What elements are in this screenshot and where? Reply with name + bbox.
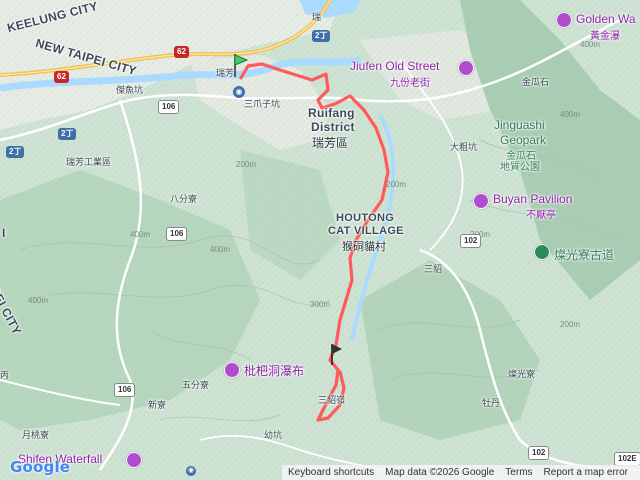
ruifang-district-zh: 瑞芳區	[312, 136, 349, 150]
houtong-label-en2: CAT VILLAGE	[328, 225, 404, 237]
route-102e-shield: 102E	[614, 452, 640, 466]
elevation-label: 400m	[28, 296, 49, 305]
report-error-link[interactable]: Report a map error	[544, 467, 628, 478]
route-2d-shield: 2丁	[58, 128, 77, 140]
elevation-label: 400m	[210, 245, 231, 254]
ruifang-label: 瑞芳	[216, 68, 235, 78]
ruifang-district-en1: Ruifang	[308, 106, 355, 120]
ruifang-district-en2: District	[311, 120, 355, 134]
golden-waterfall-poi-icon[interactable]	[556, 12, 572, 28]
start-flag-icon[interactable]	[232, 52, 250, 78]
elevation-label: 300m	[310, 300, 331, 309]
jiufen-old-street-label[interactable]: Jiufen Old Street	[350, 59, 439, 73]
route-106-shield: 106	[166, 227, 188, 241]
elevation-label: 400m	[130, 230, 151, 239]
elevation-label: 200m	[236, 160, 257, 169]
bafenliao-label: 八分寮	[170, 194, 198, 204]
terms-link[interactable]: Terms	[505, 467, 532, 478]
edge-i-label: I	[2, 226, 6, 240]
golden-waterfall-zh[interactable]: 黃金瀑	[590, 27, 620, 42]
route-2d-shield: 2丁	[312, 30, 331, 42]
route-layer	[239, 62, 390, 422]
canguangliao-trail-poi-icon[interactable]	[534, 244, 550, 260]
end-flag-icon[interactable]	[328, 342, 344, 366]
yuetaoliao-label: 月桃寮	[22, 430, 50, 440]
jinguashi-geopark-label-1[interactable]: Jinguashi	[494, 118, 545, 132]
route-102-shield: 102	[460, 234, 482, 248]
mudan-label: 牡丹	[482, 398, 501, 408]
map-data-attribution: Map data ©2026 Google	[385, 467, 495, 478]
route-62-shield: 62	[174, 46, 189, 58]
buyan-pavilion-label[interactable]: Buyan Pavilion	[493, 192, 572, 206]
ruifang-industrial-label: 瑞芳工業區	[66, 157, 112, 167]
xinliao-label: 新寮	[148, 400, 167, 410]
jinguashi-geopark-zh2[interactable]: 地質公園	[500, 158, 540, 173]
route-106-shield: 106	[158, 100, 180, 114]
canguangliao-label: 燦光寮	[508, 369, 536, 379]
houtong-label-zh: 猴硐貓村	[342, 241, 386, 253]
pipadong-waterfall-label[interactable]: 枇杷洞瀑布	[244, 362, 304, 379]
route-106-shield: 106	[114, 383, 136, 397]
houtong-label-en1: HOUTONG	[336, 212, 395, 224]
ruifang-station-label: 瑞	[312, 12, 322, 22]
buyan-pavilion-zh[interactable]: 不厭亭	[526, 206, 556, 221]
route-2d-shield: 2丁	[6, 146, 25, 158]
train-station-icon[interactable]: ◉	[233, 86, 245, 98]
canguangliao-trail-label[interactable]: 燦光寮古道	[554, 246, 614, 263]
jinguashi-label: 金瓜石	[522, 77, 550, 87]
google-logo: Google	[10, 458, 71, 476]
sandiao-label: 三貂	[424, 264, 443, 274]
elevation-label: 400m	[560, 110, 581, 119]
jiufen-poi-icon[interactable]	[458, 60, 474, 76]
elevation-label: 200m	[386, 180, 407, 189]
jieyukeng-label: 傑魚坑	[116, 85, 144, 95]
train-station-icon[interactable]: ◉	[186, 466, 196, 476]
pipadong-waterfall-poi-icon[interactable]	[224, 362, 240, 378]
route-62-shield: 62	[54, 71, 69, 83]
golden-waterfall-label[interactable]: Golden Wa	[576, 12, 636, 26]
jiufen-old-street-zh[interactable]: 九份老街	[390, 74, 430, 89]
buyan-pavilion-poi-icon[interactable]	[473, 193, 489, 209]
elevation-label: 200m	[560, 320, 581, 329]
sandiaoling-label: 三貂嶺	[318, 395, 346, 405]
wufenliao-label: 五分寮	[182, 380, 210, 390]
map-footer: Keyboard shortcuts Map data ©2026 Google…	[282, 465, 640, 480]
bing-label: 丙	[0, 370, 10, 380]
route-102-shield: 102	[528, 446, 550, 460]
sanzhuazikeng-label: 三爪子坑	[244, 99, 281, 109]
shifen-waterfall-poi-icon[interactable]	[126, 452, 142, 468]
jinguashi-geopark-label-2[interactable]: Geopark	[500, 133, 546, 147]
map-canvas[interactable]: KEELUNG CITY NEW TAIPEI CITY AI PEI CITY…	[0, 0, 640, 480]
youkeng-label: 幼坑	[264, 430, 283, 440]
dacukeng-label: 大粗坑	[450, 142, 478, 152]
keyboard-shortcuts-link[interactable]: Keyboard shortcuts	[288, 467, 374, 478]
